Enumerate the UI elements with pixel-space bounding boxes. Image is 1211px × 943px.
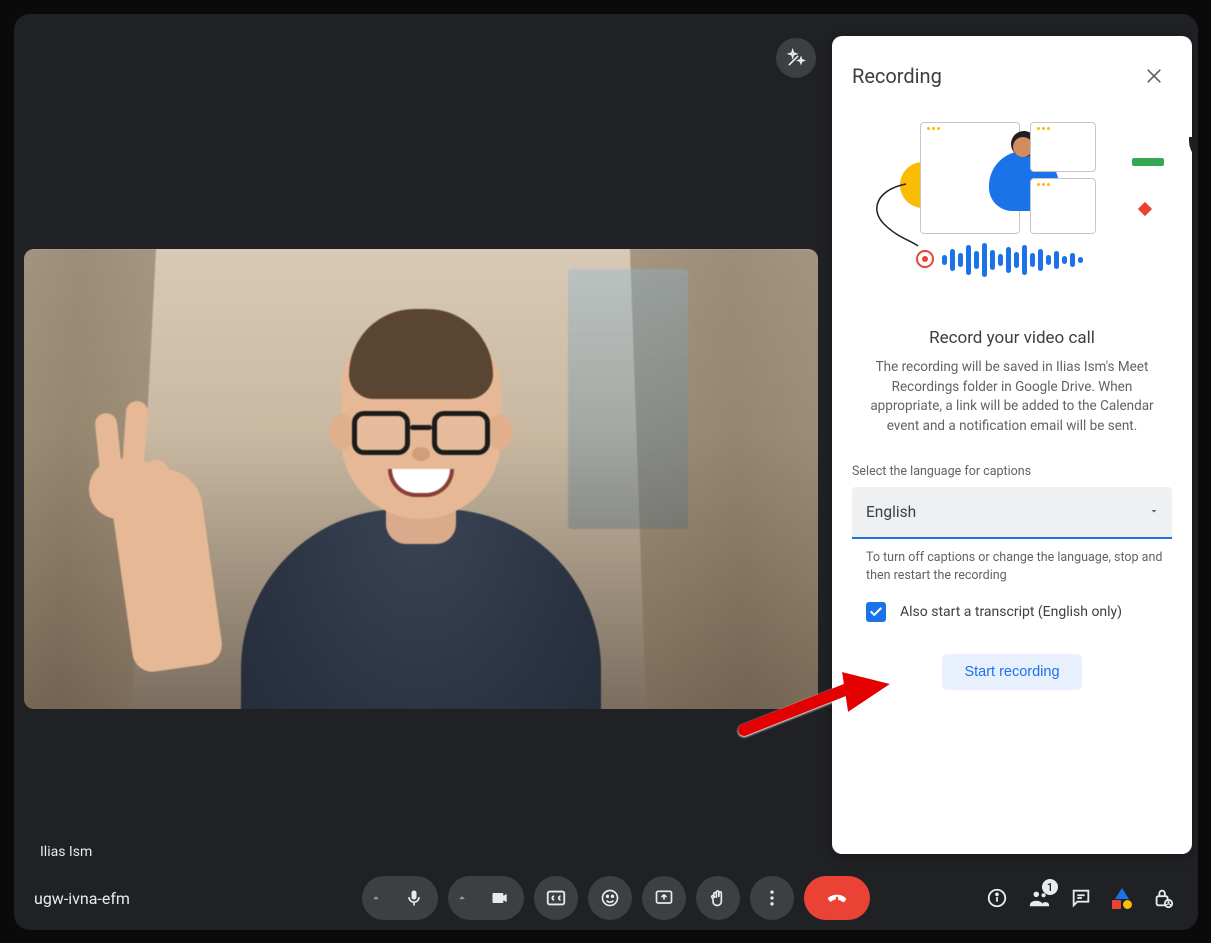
self-video-tile[interactable] (24, 249, 818, 709)
app-root: Ilias Ism Recording (0, 0, 1211, 943)
people-button[interactable]: 1 (1028, 887, 1050, 909)
mic-toggle-button[interactable] (390, 876, 438, 920)
recording-panel: Recording (832, 36, 1192, 854)
panel-title: Recording (852, 64, 942, 88)
closed-captions-icon (545, 887, 567, 909)
reactions-button[interactable] (588, 876, 632, 920)
more-options-button[interactable] (750, 876, 794, 920)
chevron-down-icon (1148, 503, 1160, 521)
language-select-value: English (866, 503, 916, 521)
chevron-up-icon (369, 891, 383, 905)
meeting-info-button[interactable] (986, 887, 1008, 909)
hangup-icon (824, 885, 850, 911)
lock-person-icon (1152, 887, 1174, 909)
sparkle-icon (786, 48, 806, 68)
captions-button[interactable] (534, 876, 578, 920)
camera-icon (490, 888, 510, 908)
language-select-label: Select the language for captions (852, 464, 1172, 479)
call-controls (288, 876, 944, 920)
chat-icon (1070, 887, 1092, 909)
host-controls-button[interactable] (1152, 887, 1174, 909)
chat-button[interactable] (1070, 887, 1092, 909)
meeting-stage: Ilias Ism Recording (14, 14, 1198, 930)
close-panel-button[interactable] (1136, 58, 1172, 94)
people-count-badge: 1 (1042, 879, 1058, 895)
shapes-icon (1112, 888, 1132, 909)
transcript-checkbox-label: Also start a transcript (English only) (900, 604, 1122, 620)
start-recording-button[interactable]: Start recording (942, 654, 1081, 690)
transcript-checkbox[interactable] (866, 602, 886, 622)
hand-icon (708, 888, 728, 908)
raise-hand-button[interactable] (696, 876, 740, 920)
check-icon (869, 605, 883, 619)
info-icon (986, 887, 1008, 909)
camera-toggle-button[interactable] (476, 876, 524, 920)
leave-call-button[interactable] (804, 876, 870, 920)
emoji-icon (600, 888, 620, 908)
panel-heading: Record your video call (852, 328, 1172, 348)
language-hint: To turn off captions or change the langu… (866, 549, 1170, 584)
video-feed (24, 249, 818, 709)
participant-name-label: Ilias Ism (24, 834, 108, 870)
meeting-code: ugw-ivna-efm (28, 889, 288, 908)
activities-button[interactable] (1112, 888, 1132, 909)
right-side-icons: 1 (944, 887, 1184, 909)
recording-illustration (872, 122, 1152, 302)
more-vertical-icon (762, 888, 782, 908)
close-icon (1144, 66, 1164, 86)
present-screen-icon (654, 888, 674, 908)
language-select[interactable]: English (852, 487, 1172, 539)
camera-options-button[interactable] (448, 876, 476, 920)
mic-options-button[interactable] (362, 876, 390, 920)
bottom-bar: ugw-ivna-efm (14, 866, 1198, 930)
mic-control (362, 876, 438, 920)
microphone-icon (404, 888, 424, 908)
visual-effects-button[interactable] (776, 38, 816, 78)
chevron-up-icon (455, 891, 469, 905)
camera-control (448, 876, 524, 920)
panel-description: The recording will be saved in Ilias Ism… (856, 358, 1168, 436)
present-button[interactable] (642, 876, 686, 920)
